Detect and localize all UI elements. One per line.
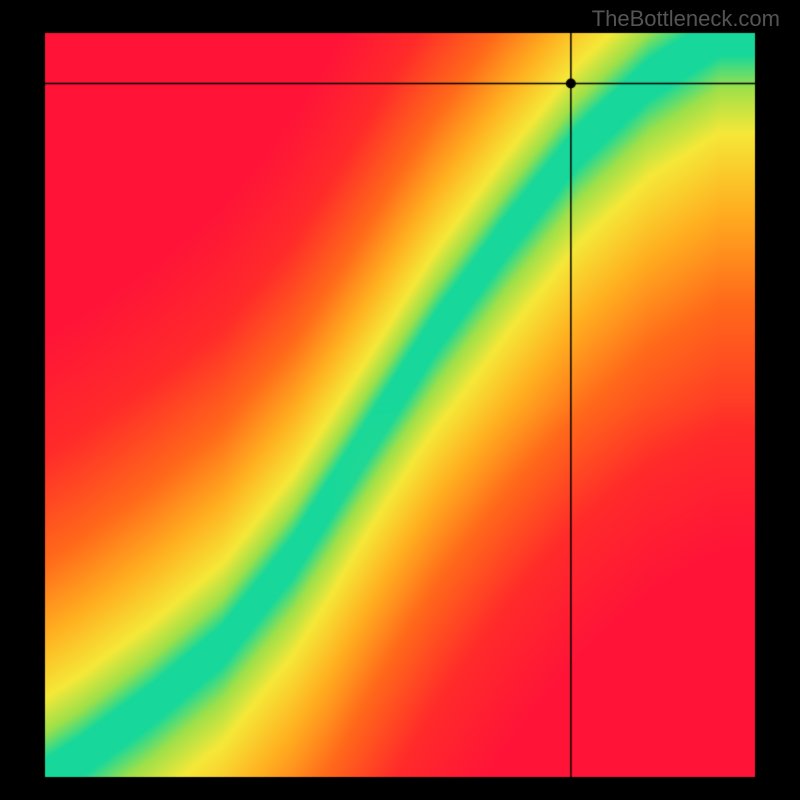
bottleneck-heatmap bbox=[0, 0, 800, 800]
watermark-text: TheBottleneck.com bbox=[592, 6, 780, 32]
chart-container: TheBottleneck.com bbox=[0, 0, 800, 800]
